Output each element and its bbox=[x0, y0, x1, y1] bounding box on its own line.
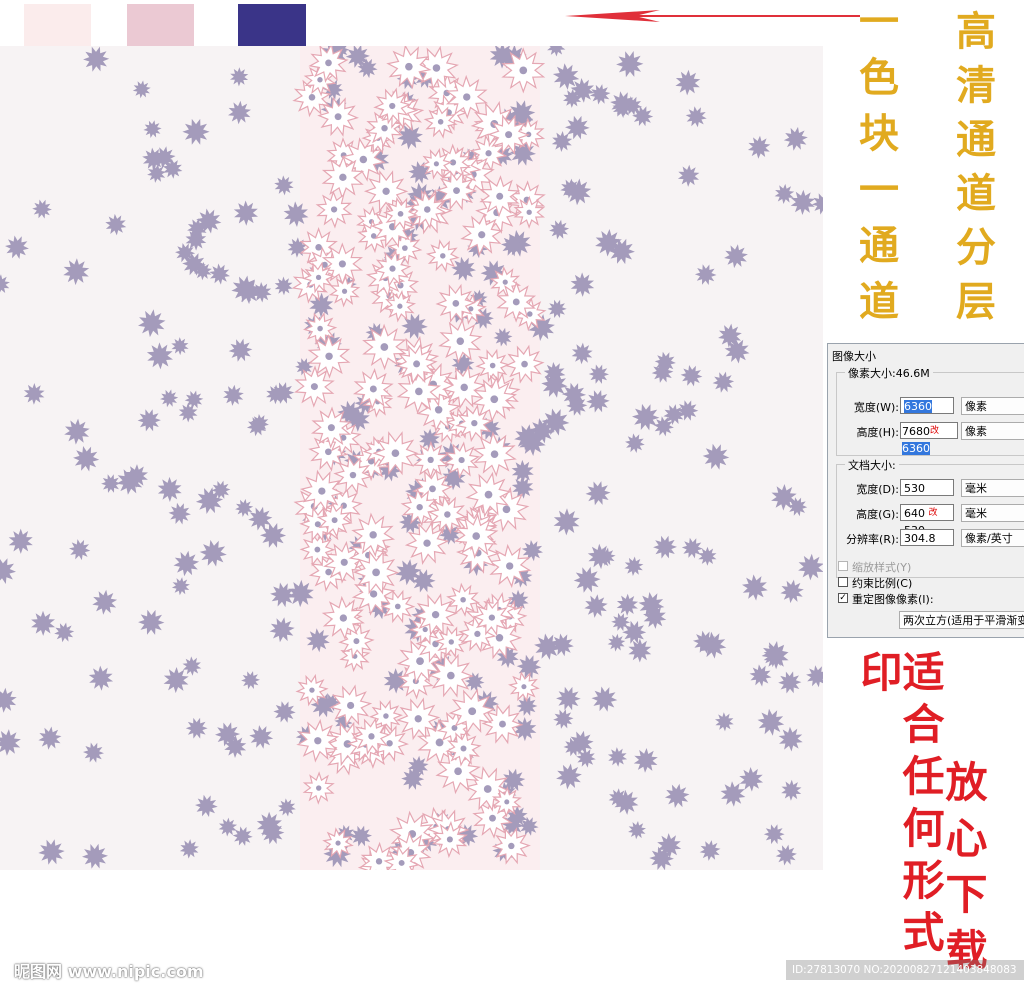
doc-width-input[interactable]: 530 bbox=[900, 479, 954, 496]
doc-height-old-value: 640 bbox=[904, 507, 925, 520]
width-label: 宽度(W): bbox=[853, 401, 899, 414]
safe-download-text: 放心下载 bbox=[939, 760, 988, 984]
scale-styles-checkbox[interactable] bbox=[838, 561, 848, 571]
constrain-proportions-label: 约束比例(C) bbox=[852, 577, 913, 590]
height-label: 高度(H): bbox=[856, 426, 899, 439]
one-color-one-channel-text: 一色块一通道 bbox=[852, 0, 899, 336]
pixel-height-unit: 像素 bbox=[965, 425, 987, 438]
resolution-unit: 像素/英寸 bbox=[965, 532, 1013, 545]
color-swatch-pink bbox=[127, 4, 194, 46]
color-swatch-light-pink bbox=[24, 4, 91, 46]
resample-checkbox[interactable]: ✓ bbox=[838, 593, 848, 603]
doc-height-label: 高度(G): bbox=[856, 508, 899, 521]
floral-pattern-image bbox=[0, 46, 823, 870]
site-watermark: 昵图网 www.nipic.com bbox=[14, 962, 204, 981]
doc-height-unit: 毫米 bbox=[965, 507, 987, 520]
resolution-unit-select[interactable]: 像素/英寸 bbox=[961, 529, 1024, 547]
pixel-height-value: 6360 bbox=[902, 442, 930, 455]
suitable-for-any-print-text: 适合任何形式印 bbox=[854, 650, 945, 962]
constrain-proportions-checkbox[interactable] bbox=[838, 577, 848, 587]
dialog-title: 图像大小 bbox=[832, 350, 876, 363]
resample-label: 重定图像像素(I): bbox=[852, 593, 934, 606]
pixel-width-value: 6360 bbox=[904, 400, 932, 413]
pixel-height-unit-select[interactable]: 像素⌵ bbox=[961, 422, 1024, 440]
scale-styles-label: 缩放样式(Y) bbox=[852, 561, 912, 574]
doc-width-label: 宽度(D): bbox=[856, 483, 899, 496]
doc-width-unit-select[interactable]: 毫米 bbox=[961, 479, 1024, 497]
pixel-height-old-value: 7680 bbox=[902, 425, 930, 438]
color-swatch-navy bbox=[238, 4, 306, 46]
resolution-input[interactable]: 304.8 bbox=[900, 529, 954, 546]
left-arrow-icon bbox=[565, 10, 860, 22]
pixel-width-unit-select[interactable]: 像素⌵ bbox=[961, 397, 1024, 415]
edit-mark: 改 bbox=[928, 508, 938, 518]
edit-mark: 改 bbox=[930, 426, 940, 436]
doc-size-label: 文档大小: bbox=[845, 457, 899, 473]
doc-height-input[interactable]: 640 改 530 bbox=[900, 504, 954, 537]
pixel-dimensions-group: 像素大小:46.6M 宽度(W): 6360 像素⌵ 高度(H): 7680改6… bbox=[836, 365, 1024, 456]
pixel-width-unit: 像素 bbox=[965, 400, 987, 413]
resolution-label: 分辨率(R): bbox=[846, 533, 899, 546]
hd-channel-layered-text: 高清通道分层 bbox=[949, 10, 996, 334]
doc-height-unit-select[interactable]: 毫米 bbox=[961, 504, 1024, 522]
resample-method-select[interactable]: 两次立方(适用于平滑渐变 bbox=[899, 611, 1024, 629]
pixel-size-label: 像素大小:46.6M bbox=[845, 365, 933, 381]
pixel-height-input[interactable]: 7680改6360 bbox=[900, 422, 958, 455]
doc-width-unit: 毫米 bbox=[965, 482, 987, 495]
image-id-watermark: ID:27813070 NO:20200827121403848083 bbox=[786, 960, 1024, 980]
image-size-dialog: 图像大小 像素大小:46.6M 宽度(W): 6360 像素⌵ 高度(H): 7… bbox=[827, 343, 1024, 638]
pixel-width-input[interactable]: 6360 bbox=[900, 397, 954, 414]
